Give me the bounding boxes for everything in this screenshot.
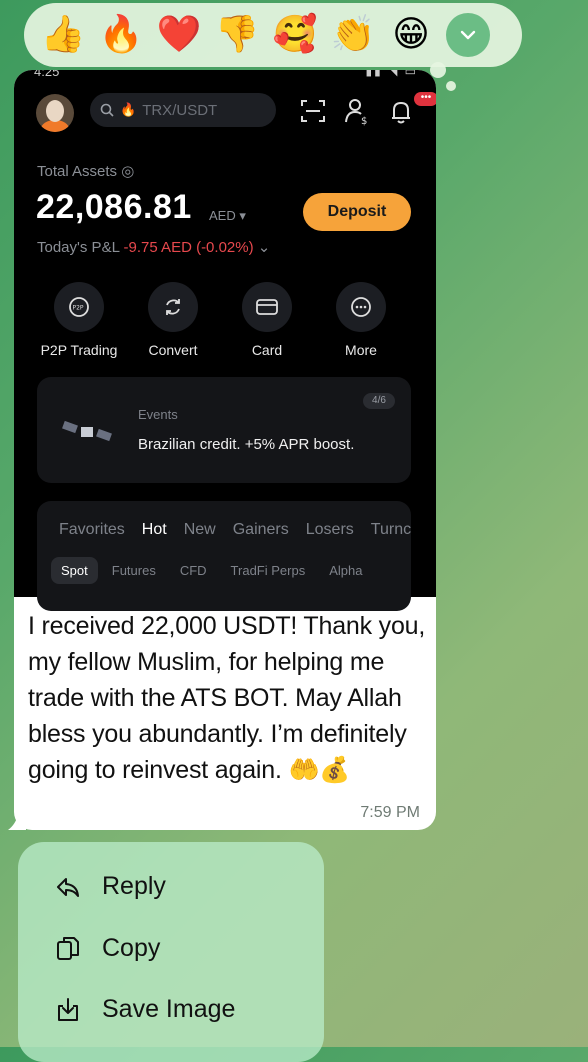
market-subtabs: Spot Futures CFD TradFi Perps Alpha <box>51 557 386 584</box>
search-bar: 🔥 TRX/USDT <box>90 93 276 127</box>
quick-action-convert: Convert <box>128 282 218 358</box>
save-image-icon <box>58 997 78 1021</box>
deposit-button: Deposit <box>303 193 411 231</box>
menu-item-label: Reply <box>102 872 166 900</box>
bell-icon <box>392 102 410 124</box>
message-bubble[interactable]: 4:25 ▮▮ ◥ ▭ 🔥 TRX/USDT $ ••• Total Asset… <box>14 70 436 830</box>
menu-item-label: Save Image <box>102 995 236 1023</box>
tab-new: New <box>183 521 216 538</box>
events-text: Brazilian credit. +5% APR boost. <box>138 436 355 453</box>
subtab-spot: Spot <box>51 557 98 584</box>
quick-action-p2p: P2P P2P Trading <box>34 282 124 358</box>
search-placeholder: TRX/USDT <box>142 101 218 119</box>
reaction-bar: 👍 🔥 ❤️ 👎 🥰 👏 😁 <box>24 3 522 67</box>
tab-hot: Hot <box>141 521 167 538</box>
events-label: Events <box>138 407 178 422</box>
svg-text:P2P: P2P <box>73 305 84 312</box>
market-tabs: Favorites Hot New Gainers Losers Turnc <box>59 521 411 539</box>
reply-icon <box>57 877 79 897</box>
menu-item-label: Copy <box>102 934 161 962</box>
reaction-fire[interactable]: 🔥 <box>92 15 150 55</box>
card-icon <box>256 299 278 315</box>
subtab-alpha: Alpha <box>329 563 363 578</box>
events-page-indicator: 4/6 <box>363 393 395 409</box>
reaction-grinning-face[interactable]: 😁 <box>382 15 440 55</box>
tab-favorites: Favorites <box>59 521 125 538</box>
notification-badge: ••• <box>414 92 436 106</box>
subtab-futures: Futures <box>111 563 156 578</box>
reaction-clapping-hands[interactable]: 👏 <box>324 15 382 55</box>
satellite-icon <box>62 420 112 442</box>
search-icon <box>100 103 114 117</box>
context-menu: Reply Copy Save Image <box>18 842 324 1062</box>
menu-item-save-image[interactable]: Save Image <box>54 995 235 1024</box>
tab-losers: Losers <box>305 521 354 538</box>
scan-icon <box>301 100 325 122</box>
tab-gainers: Gainers <box>232 521 289 538</box>
menu-item-reply[interactable]: Reply <box>54 872 166 901</box>
attached-screenshot-image[interactable]: 4:25 ▮▮ ◥ ▭ 🔥 TRX/USDT $ ••• Total Asset… <box>14 70 436 611</box>
svg-text:$: $ <box>361 116 367 126</box>
convert-icon <box>166 299 180 315</box>
reaction-thumbs-up[interactable]: 👍 <box>34 15 92 55</box>
eye-icon: ◎ <box>121 163 135 180</box>
reaction-heart[interactable]: ❤️ <box>150 15 208 55</box>
balance-value: 22,086.81 <box>36 188 192 226</box>
fire-icon: 🔥 <box>120 102 137 117</box>
quick-action-more: More <box>316 282 406 358</box>
reaction-smiling-face-with-hearts[interactable]: 🥰 <box>266 15 324 55</box>
balance-currency: AED ▾ <box>209 208 246 223</box>
copy-icon <box>57 936 79 960</box>
avatar <box>36 94 74 132</box>
user-dollar-icon: $ <box>345 99 367 126</box>
more-reactions-button[interactable] <box>446 13 490 57</box>
reaction-bar-tail-dot <box>446 81 456 91</box>
message-time: 7:59 PM <box>360 804 420 821</box>
message-text: I received 22,000 USDT! Thank you, my fe… <box>28 612 426 784</box>
pnl-value: -9.75 AED (-0.02%) <box>123 239 254 256</box>
chevron-down-icon: ⌄ <box>257 239 271 256</box>
tab-turnover: Turnc <box>370 521 411 538</box>
pnl-row: Today's P&L -9.75 AED (-0.02%) ⌄ <box>37 239 271 256</box>
reaction-thumbs-down[interactable]: 👎 <box>208 15 266 55</box>
subtab-cfd: CFD <box>179 563 207 578</box>
phone-status-icons: ▮▮ ◥ ▭ <box>365 70 418 78</box>
total-assets-label: Total Assets ◎ <box>37 163 135 180</box>
menu-item-copy[interactable]: Copy <box>54 934 160 963</box>
p2p-icon: P2P <box>69 297 89 317</box>
subtab-tradfi-perps: TradFi Perps <box>230 563 306 578</box>
phone-status-time: 4:25 <box>34 70 60 79</box>
quick-action-card: Card <box>222 282 312 358</box>
more-icon <box>351 297 371 317</box>
chevron-down-icon <box>460 30 476 40</box>
market-panel: Favorites Hot New Gainers Losers Turnc S… <box>37 501 411 611</box>
events-banner: Events Brazilian credit. +5% APR boost. … <box>37 377 411 483</box>
